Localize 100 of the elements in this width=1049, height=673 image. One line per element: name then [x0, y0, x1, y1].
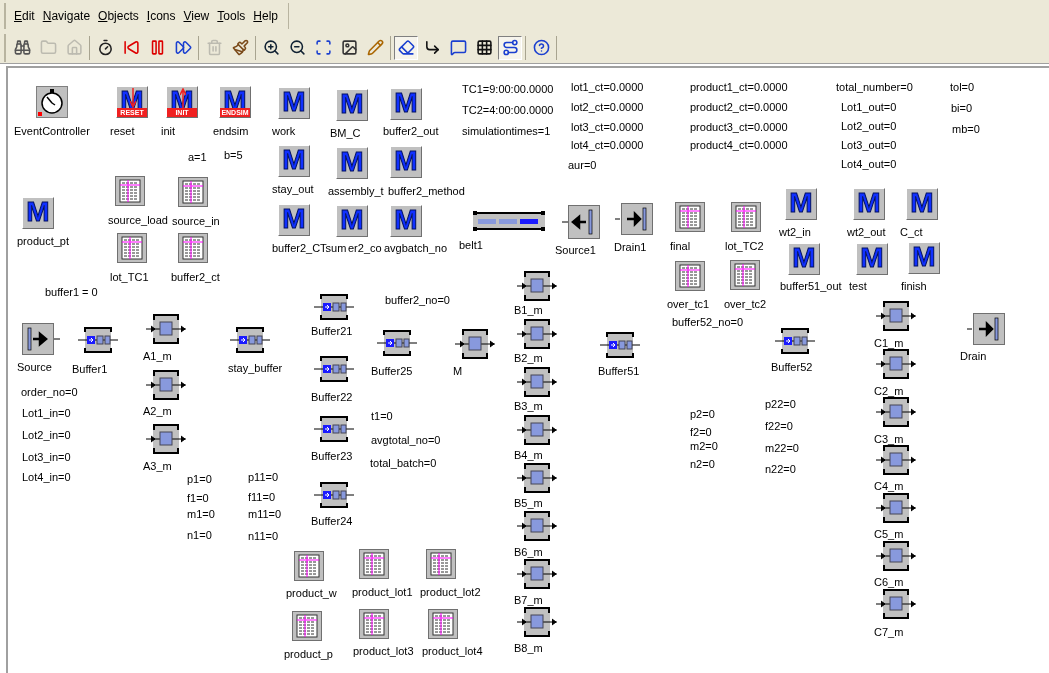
table-icon[interactable]	[731, 202, 761, 232]
drain-icon[interactable]	[967, 313, 1005, 345]
variable-value: product2_ct=0.0000	[690, 101, 788, 114]
table-icon[interactable]	[294, 551, 324, 581]
station-icon[interactable]	[517, 558, 557, 590]
buffer-icon[interactable]	[314, 480, 354, 510]
conveyor-icon[interactable]	[472, 210, 546, 232]
menu-item[interactable]: Icons	[142, 7, 180, 25]
table-icon[interactable]	[292, 611, 322, 641]
table-icon[interactable]	[675, 261, 705, 291]
station-icon[interactable]	[876, 492, 916, 524]
table-icon[interactable]	[178, 177, 208, 207]
menu-item[interactable]: Help	[249, 7, 282, 25]
station-icon[interactable]	[455, 328, 495, 360]
table-icon[interactable]	[428, 609, 458, 639]
menu-item[interactable]: Objects	[94, 7, 143, 25]
station-icon[interactable]	[517, 606, 557, 638]
drain-icon[interactable]	[615, 203, 653, 235]
table-icon[interactable]	[426, 549, 456, 579]
object-label: belt1	[459, 239, 483, 252]
connector-icon	[423, 39, 441, 56]
method-icon[interactable]: M	[278, 87, 310, 119]
station-icon[interactable]	[517, 366, 557, 398]
object-label: product_pt	[17, 235, 69, 248]
stopwatch-icon[interactable]	[36, 86, 68, 118]
object-label: Source	[17, 361, 52, 374]
object-label: Buffer52	[771, 361, 813, 374]
method-icon[interactable]: M	[336, 147, 368, 179]
method-icon[interactable]: M	[278, 204, 310, 236]
variable-value: buffer2_no=0	[385, 294, 450, 307]
variable-value: simulationtimes=1	[462, 125, 551, 138]
station-icon[interactable]	[517, 270, 557, 302]
buffer-icon[interactable]	[377, 328, 417, 358]
buffer-icon[interactable]	[230, 325, 270, 355]
station-icon[interactable]	[876, 588, 916, 620]
method-icon[interactable]: M	[390, 88, 422, 120]
variable-value: p11=0	[248, 471, 279, 484]
buffer-icon[interactable]	[314, 414, 354, 444]
method-icon[interactable]: M	[785, 188, 817, 220]
source-icon[interactable]	[22, 323, 60, 355]
method-icon[interactable]: M	[278, 145, 310, 177]
method-icon[interactable]: M	[22, 197, 54, 229]
method-icon[interactable]: M	[390, 146, 422, 178]
object-label: C5_m	[874, 528, 904, 541]
table-icon[interactable]	[730, 260, 760, 290]
buffer-icon[interactable]	[314, 292, 354, 322]
binoculars-icon	[13, 39, 31, 56]
home-icon	[65, 39, 83, 56]
table-icon[interactable]	[117, 233, 147, 263]
variable-value: Lot2_out=0	[841, 120, 897, 133]
method-icon[interactable]: M	[906, 188, 938, 220]
table-icon[interactable]	[178, 233, 208, 263]
station-icon[interactable]	[517, 462, 557, 494]
station-icon[interactable]	[876, 396, 916, 428]
variable-value: Lot3_out=0	[841, 139, 897, 152]
variable-value: b=5	[224, 149, 243, 162]
table-icon[interactable]	[115, 176, 145, 206]
object-label: C_ct	[900, 226, 923, 239]
variable-value: bi=0	[951, 102, 973, 115]
object-label: C3_m	[874, 433, 904, 446]
menu-item[interactable]: Navigate	[38, 7, 95, 25]
station-icon[interactable]	[517, 318, 557, 350]
method-icon[interactable]: M	[788, 243, 820, 275]
table-icon[interactable]	[359, 609, 389, 639]
station-icon[interactable]	[876, 444, 916, 476]
station-icon[interactable]	[876, 540, 916, 572]
method-icon[interactable]: M	[853, 188, 885, 220]
station-icon[interactable]	[146, 313, 186, 345]
station-icon[interactable]	[146, 423, 186, 455]
menu-item[interactable]: View	[179, 7, 214, 25]
object-label: stay_buffer	[228, 362, 283, 375]
eraser-button[interactable]	[394, 35, 418, 60]
menu-item[interactable]: Tools	[213, 7, 250, 25]
buffer-icon[interactable]	[600, 330, 640, 360]
object-label: B2_m	[514, 352, 543, 365]
method-icon[interactable]: M	[908, 242, 940, 274]
object-label: over_tc2	[724, 298, 767, 311]
method-icon[interactable]: M	[336, 205, 368, 237]
variable-value: product1_ct=0.0000	[690, 81, 788, 94]
buffer-icon[interactable]	[775, 326, 815, 356]
station-icon[interactable]	[517, 510, 557, 542]
station-icon[interactable]	[876, 348, 916, 380]
object-label: Source1	[555, 244, 596, 257]
buffer-icon[interactable]	[314, 354, 354, 384]
menu-item[interactable]: Edit	[10, 7, 39, 25]
route-button[interactable]	[498, 35, 522, 60]
source-icon[interactable]	[562, 205, 600, 239]
buffer-icon[interactable]	[78, 325, 118, 355]
station-icon[interactable]	[876, 300, 916, 332]
method-icon[interactable]: M	[856, 243, 888, 275]
table-icon[interactable]	[359, 549, 389, 579]
station-icon[interactable]	[517, 414, 557, 446]
object-label: C4_m	[874, 480, 904, 493]
station-icon[interactable]	[146, 369, 186, 401]
object-label: avgbatch_no	[384, 242, 447, 255]
table-icon[interactable]	[675, 202, 705, 232]
object-label: M	[453, 365, 463, 378]
method-icon[interactable]: M	[336, 89, 368, 121]
method-icon[interactable]: M	[390, 205, 422, 237]
object-label: Drain1	[614, 241, 647, 254]
